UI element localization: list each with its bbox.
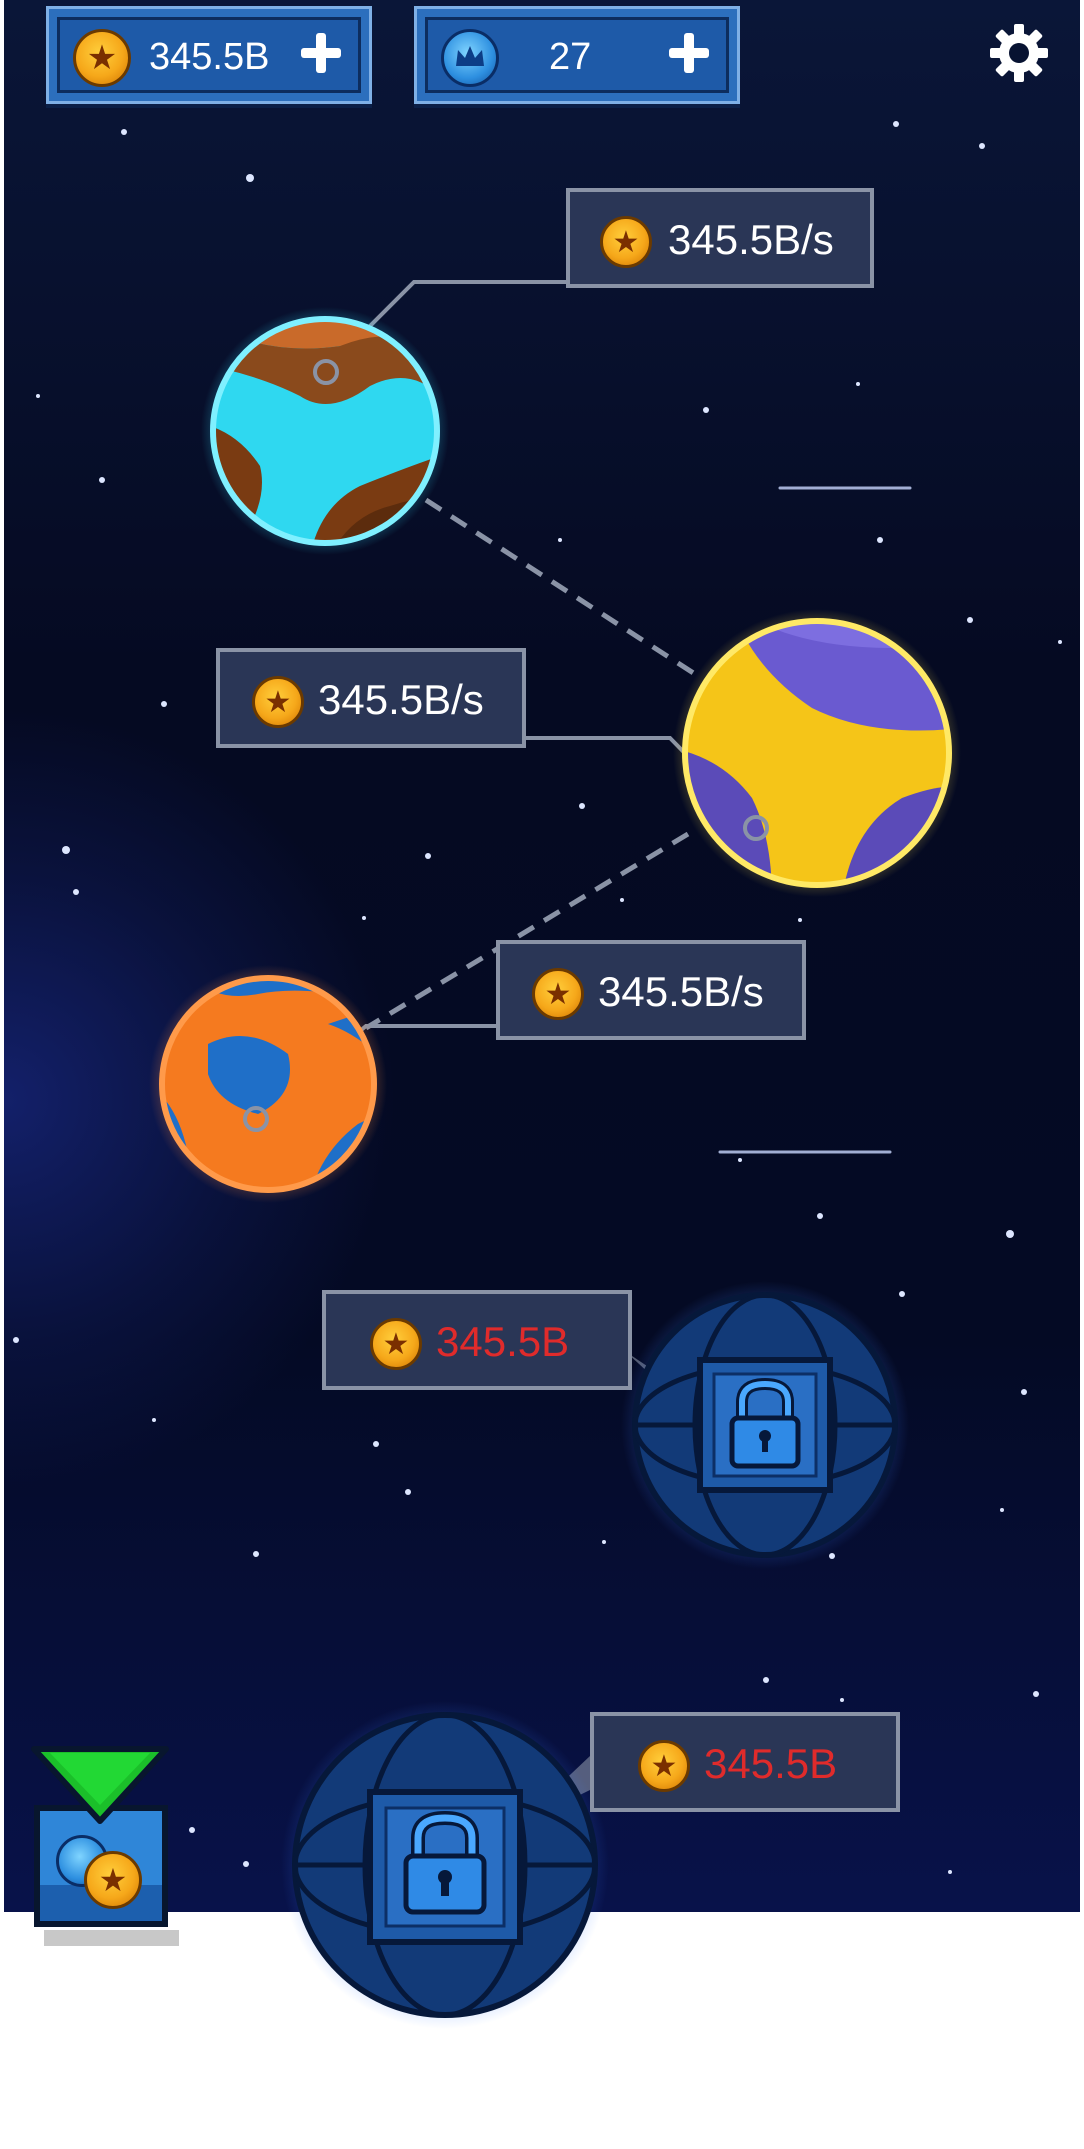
chest-icon[interactable]: ★ <box>30 1745 179 1946</box>
planet-rate-label: ★ 345.5B/s <box>216 648 526 748</box>
cost-text: 345.5B <box>436 1318 570 1365</box>
coin-icon: ★ <box>600 216 652 268</box>
coin-icon: ★ <box>252 676 304 728</box>
coin-icon: ★ <box>638 1740 690 1792</box>
coin-icon: ★ <box>532 968 584 1020</box>
chest-shadow <box>44 1930 179 1946</box>
locked-planet-next[interactable] <box>280 1700 610 2030</box>
cost-text: 345.5B <box>704 1740 838 1787</box>
planet-cyan[interactable] <box>200 306 450 556</box>
coin-icon: ★ <box>84 1851 142 1909</box>
planet-rate-label: ★ 345.5B/s <box>496 940 806 1040</box>
unlock-cost-label: ★ 345.5B <box>590 1712 900 1812</box>
rate-text: 345.5B/s <box>598 968 764 1015</box>
coin-icon: ★ <box>370 1318 422 1370</box>
rate-text: 345.5B/s <box>318 676 484 723</box>
planet-yellow[interactable] <box>672 608 962 898</box>
planet-rate-label: ★ 345.5B/s <box>566 188 874 288</box>
planet-orange[interactable] <box>148 964 388 1204</box>
unlock-cost-label: ★ 345.5B <box>322 1290 632 1390</box>
green-arrow-icon <box>30 1745 170 1830</box>
locked-planet[interactable] <box>620 1280 910 1570</box>
rate-text: 345.5B/s <box>668 216 834 263</box>
